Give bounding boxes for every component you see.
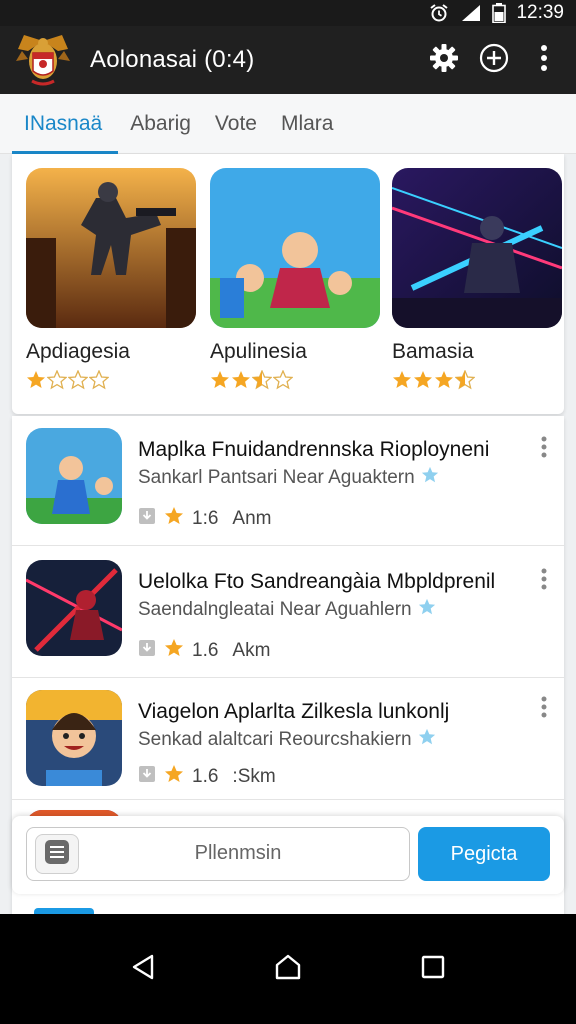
star-empty-icon bbox=[88, 369, 110, 395]
search-field-text: Pllenmsin bbox=[194, 842, 282, 864]
more-options-button[interactable] bbox=[534, 566, 554, 596]
more-vert-icon bbox=[539, 43, 549, 78]
featured-card[interactable]: Bamasia bbox=[392, 168, 562, 395]
download-icon bbox=[138, 639, 156, 663]
add-button[interactable] bbox=[470, 36, 518, 84]
tab-1[interactable]: Abarig bbox=[118, 94, 203, 154]
star-filled-icon bbox=[26, 370, 46, 395]
star-empty-icon bbox=[272, 369, 294, 395]
star-empty-icon bbox=[46, 369, 68, 395]
featured-art bbox=[210, 168, 380, 328]
star-half-icon bbox=[454, 369, 476, 395]
list-item-meta: 1:6 Anm bbox=[138, 506, 272, 532]
list-item-title: Uelolka Fto Sandreangàia Mbpldprenil bbox=[138, 570, 496, 593]
featured-card[interactable]: Apdiagesia bbox=[26, 168, 196, 395]
add-circle-icon bbox=[479, 43, 509, 78]
list-item-title: Maplka Fnuidandrennska Rioployneni bbox=[138, 438, 490, 461]
back-triangle-icon bbox=[130, 953, 156, 986]
status-time: 12:39 bbox=[516, 2, 564, 23]
tab-0[interactable]: INasnaä bbox=[0, 94, 119, 154]
gear-icon bbox=[429, 43, 459, 78]
size-value: Anm bbox=[232, 508, 272, 529]
rating-value: 1.6 bbox=[192, 640, 219, 661]
app-title: Aolonasai (0:4) bbox=[90, 46, 255, 73]
rating-stars bbox=[26, 369, 196, 395]
list-item-meta: 1.6 Akm bbox=[138, 638, 270, 664]
featured-section: Apdiagesia Apulinesia Bamasia bbox=[12, 154, 564, 414]
featured-name: Apdiagesia bbox=[26, 340, 130, 363]
star-icon bbox=[164, 764, 184, 790]
list-item[interactable]: Uelolka Fto Sandreangàia Mbpldprenil Sae… bbox=[12, 546, 564, 678]
app-bar: Aolonasai (0:4) bbox=[0, 26, 576, 94]
featured-name: Bamasia bbox=[392, 340, 474, 363]
size-value: Akm bbox=[232, 640, 271, 661]
home-icon bbox=[274, 953, 302, 986]
app-logo bbox=[14, 31, 72, 89]
star-filled-icon bbox=[231, 370, 251, 395]
more-options-button[interactable] bbox=[534, 434, 554, 464]
star-icon bbox=[164, 506, 184, 532]
rating-stars bbox=[210, 369, 380, 395]
verified-star-icon bbox=[421, 466, 439, 490]
rating-stars bbox=[392, 369, 562, 395]
list-item-subtitle: Senkad alaltcari Reourcshakiern bbox=[138, 728, 436, 752]
more-vert-icon bbox=[541, 436, 547, 463]
alarm-icon bbox=[428, 3, 450, 23]
star-filled-icon bbox=[392, 370, 412, 395]
star-half-icon bbox=[251, 369, 273, 395]
settings-button[interactable] bbox=[420, 36, 468, 84]
back-button[interactable] bbox=[113, 939, 173, 999]
recents-square-icon bbox=[420, 954, 446, 985]
bottom-action-card: Pllenmsin Pegicta bbox=[12, 816, 564, 894]
verified-star-icon bbox=[418, 728, 436, 752]
star-empty-icon bbox=[67, 369, 89, 395]
search-field[interactable]: Pllenmsin bbox=[26, 827, 410, 881]
recents-button[interactable] bbox=[403, 939, 463, 999]
download-icon bbox=[138, 765, 156, 789]
list-item-subtitle: Saendalngleatai Near Aguahlern bbox=[138, 598, 436, 622]
list-item-meta: 1.6 :Skm bbox=[138, 764, 276, 790]
list-item-icon bbox=[26, 428, 122, 524]
status-bar: 12:39 bbox=[0, 0, 576, 26]
list-item-subtitle-text: Saendalngleatai Near Aguahlern bbox=[138, 599, 412, 620]
list-item-subtitle: Sankarl Pantsari Near Aguaktern bbox=[138, 466, 439, 490]
tab-2[interactable]: Vote bbox=[203, 94, 269, 154]
more-vert-icon bbox=[541, 568, 547, 595]
rating-value: 1.6 bbox=[192, 766, 219, 787]
star-filled-icon bbox=[434, 370, 454, 395]
battery-icon bbox=[492, 3, 507, 23]
primary-action-button[interactable]: Pegicta bbox=[418, 827, 550, 881]
more-vert-icon bbox=[541, 696, 547, 723]
signal-icon bbox=[460, 3, 482, 23]
size-value: :Skm bbox=[232, 766, 276, 787]
list-item-icon bbox=[26, 560, 122, 656]
featured-art bbox=[392, 168, 562, 328]
tab-3[interactable]: Mlara bbox=[269, 94, 346, 154]
download-icon bbox=[138, 507, 156, 531]
star-filled-icon bbox=[413, 370, 433, 395]
list-item[interactable]: Maplka Fnuidandrennska Rioployneni Sanka… bbox=[12, 416, 564, 546]
verified-star-icon bbox=[418, 598, 436, 622]
star-filled-icon bbox=[210, 370, 230, 395]
star-icon bbox=[164, 638, 184, 664]
list-item[interactable]: Viagelon Aplarlta Zilkesla lunkonlj Senk… bbox=[12, 678, 564, 800]
list-item-icon bbox=[26, 690, 122, 786]
overflow-menu-button[interactable] bbox=[520, 36, 568, 84]
list-item-subtitle-text: Senkad alaltcari Reourcshakiern bbox=[138, 729, 412, 750]
list-item-title: Viagelon Aplarlta Zilkesla lunkonlj bbox=[138, 700, 450, 723]
featured-card[interactable]: Apulinesia bbox=[210, 168, 380, 395]
list-item-subtitle-text: Sankarl Pantsari Near Aguaktern bbox=[138, 467, 415, 488]
featured-art bbox=[26, 168, 196, 328]
rating-value: 1:6 bbox=[192, 508, 219, 529]
home-button[interactable] bbox=[258, 939, 318, 999]
tab-bar: INasnaä Abarig Vote Mlara bbox=[0, 94, 576, 154]
more-options-button[interactable] bbox=[534, 694, 554, 724]
featured-name: Apulinesia bbox=[210, 340, 307, 363]
content-area: Apdiagesia Apulinesia Bamasia Maplka Fnu… bbox=[0, 154, 576, 916]
system-nav-bar bbox=[0, 914, 576, 1024]
